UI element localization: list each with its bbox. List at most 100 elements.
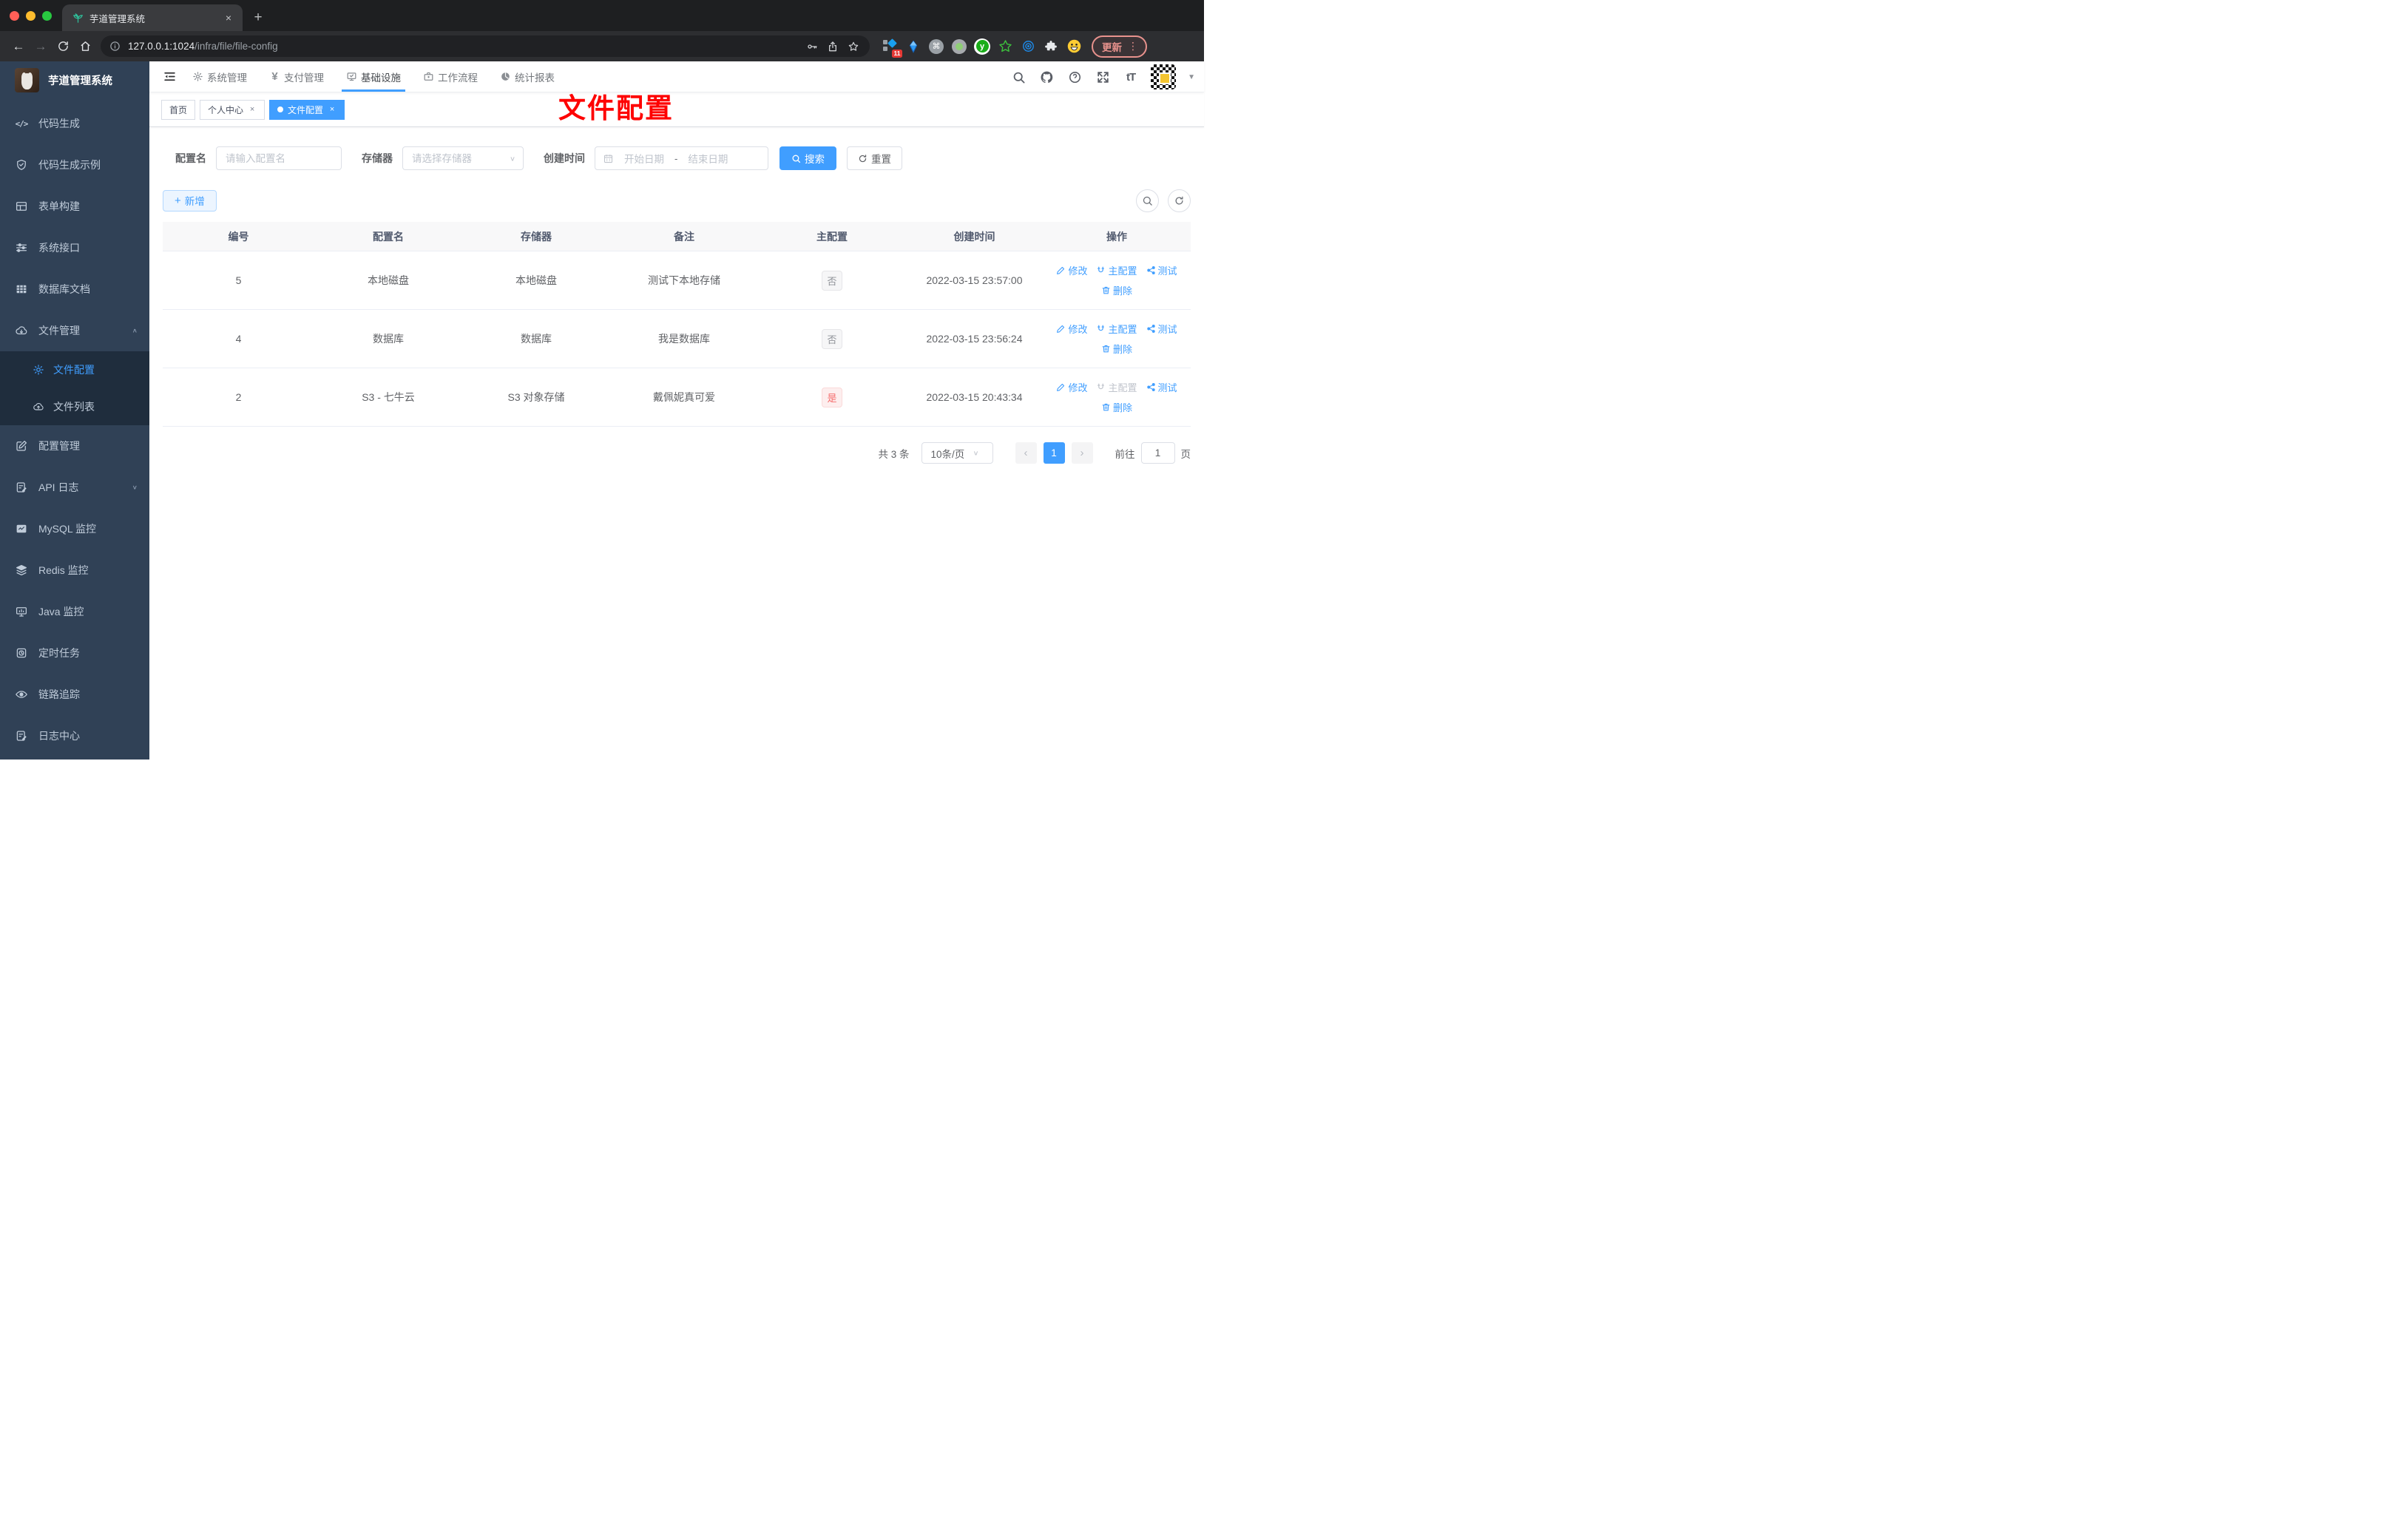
menu-item-reports[interactable]: 统计报表 [500,61,555,92]
sidebar-item-java-monitor[interactable]: Java 监控 [0,591,149,632]
sidebar-item-file-list[interactable]: 文件列表 [0,388,149,425]
search-icon[interactable] [1010,69,1027,85]
prev-page-button[interactable]: ‹ [1015,442,1037,464]
sidebar-item-system-api[interactable]: 系统接口 [0,227,149,268]
help-icon[interactable] [1066,69,1083,85]
close-window-button[interactable] [10,10,19,21]
github-icon[interactable] [1038,69,1055,85]
storage-select[interactable]: ∨ [402,146,524,170]
tag-home[interactable]: 首页 [161,99,196,120]
favicon-plant-icon [73,13,83,23]
master-link[interactable]: 主配置 [1096,322,1137,336]
show-search-button[interactable] [1136,189,1159,212]
sidebar-item-file-management[interactable]: 文件管理 ∧ [0,310,149,351]
password-key-icon[interactable] [802,36,822,57]
browser-toolbar: ← → 127.0.0.1:1024/infra/file/file-confi… [0,31,1204,61]
sidebar-item-db-doc[interactable]: 数据库文档 [0,268,149,310]
extension-kite-icon[interactable] [904,38,922,55]
test-link[interactable]: 测试 [1146,263,1177,277]
extension-command-icon[interactable]: ⌘ [927,38,945,55]
edit-link[interactable]: 修改 [1056,263,1087,277]
sidebar-item-redis-monitor[interactable]: Redis 监控 [0,549,149,591]
test-link[interactable]: 测试 [1146,322,1177,336]
extension-grid-icon[interactable]: 11 [882,38,902,58]
test-link[interactable]: 测试 [1146,380,1177,394]
new-tab-button[interactable]: + [247,7,269,29]
address-bar[interactable]: 127.0.0.1:1024/infra/file/file-config [101,35,870,57]
update-label: 更新 [1102,41,1122,53]
delete-link[interactable]: 删除 [1101,283,1132,297]
share-icon[interactable] [822,36,843,57]
user-dropdown-icon[interactable]: ▼ [1188,73,1195,81]
date-range-input[interactable]: 开始日期 - 结束日期 [595,146,768,170]
master-tag: 否 [822,328,842,349]
tag-file-config[interactable]: 文件配置 × [269,99,345,120]
bookmark-star-icon[interactable] [843,36,864,57]
pagination: 共 3 条 10条/页 ∨ ‹ 1 › 前往 页 [163,442,1191,464]
cloud-upload-icon [33,401,44,413]
edit-link[interactable]: 修改 [1056,322,1087,336]
forward-button[interactable]: → [30,35,52,58]
menu-item-infrastructure[interactable]: 基础设施 [342,61,405,92]
sidebar-item-scheduled-tasks[interactable]: 定时任务 [0,632,149,674]
browser-tab[interactable]: 芋道管理系统 × [62,4,243,31]
extension-y-icon[interactable]: y [973,38,991,55]
sidebar-item-api-log[interactable]: API 日志 ∨ [0,467,149,508]
browser-update-button[interactable]: 更新 ⋮ [1092,35,1147,58]
sidebar-item-mysql-monitor[interactable]: MySQL 监控 [0,508,149,549]
extension-eye-icon[interactable] [1019,38,1037,55]
config-name-input[interactable] [216,146,342,170]
search-button[interactable]: 搜索 [779,146,836,170]
sidebar-item-log-center[interactable]: 日志中心 [0,715,149,757]
close-icon[interactable]: × [328,105,336,114]
sidebar-logo[interactable]: 芋道管理系统 [0,61,149,98]
avatar[interactable] [1151,64,1177,89]
minimize-window-button[interactable] [26,10,35,21]
browser-menu-icon[interactable]: ⋮ [1128,40,1138,53]
site-info-icon[interactable] [109,41,121,52]
extension-emoji-icon[interactable] [1065,38,1083,55]
header-name: 配置名 [373,230,404,243]
header-remark: 备注 [674,230,694,243]
page-size-select[interactable]: 10条/页 ∨ [921,442,993,464]
refresh-table-button[interactable] [1168,189,1191,212]
extension-star-icon[interactable] [996,38,1014,55]
master-link[interactable]: 主配置 [1096,263,1137,277]
sidebar-item-config-management[interactable]: 配置管理 [0,425,149,467]
trash-icon [1102,403,1110,411]
menu-item-payment[interactable]: ¥ 支付管理 [269,61,324,92]
page-number-1[interactable]: 1 [1043,442,1065,464]
sidebar-item-tracing[interactable]: 链路追踪 [0,674,149,715]
fullscreen-icon[interactable] [1095,69,1111,85]
chart-icon [15,522,28,535]
end-date-placeholder[interactable]: 结束日期 [688,151,728,166]
home-button[interactable] [74,35,96,58]
master-tag: 否 [822,270,842,291]
tab-close-icon[interactable]: × [222,11,235,24]
goto-page-input[interactable] [1140,442,1175,464]
extension-dot-icon[interactable] [950,38,968,55]
tag-profile[interactable]: 个人中心 × [200,99,266,120]
delete-link[interactable]: 删除 [1101,400,1132,414]
add-button[interactable]: + 新增 [163,189,217,212]
edit-link[interactable]: 修改 [1056,380,1087,394]
sidebar-item-file-config[interactable]: 文件配置 [0,351,149,388]
delete-link[interactable]: 删除 [1101,342,1132,356]
table-row: 5 本地磁盘 本地磁盘 测试下本地存储 否 2022-03-15 23:57:0… [163,251,1191,310]
menu-item-system[interactable]: 系统管理 [192,61,247,92]
sidebar-item-form-builder[interactable]: 表单构建 [0,186,149,227]
extensions-puzzle-icon[interactable] [1042,38,1060,55]
reset-button[interactable]: 重置 [847,146,902,170]
back-button[interactable]: ← [7,35,30,58]
zoom-window-button[interactable] [42,10,52,21]
font-size-icon[interactable]: tT [1123,69,1139,85]
page-suffix: 页 [1180,448,1191,460]
sidebar-item-code-example[interactable]: 代码生成示例 [0,144,149,186]
sidebar-item-code-generation[interactable]: </> 代码生成 [0,103,149,144]
close-icon[interactable]: × [248,105,257,114]
sidebar-collapse-icon[interactable] [157,64,182,89]
next-page-button[interactable]: › [1071,442,1093,464]
menu-item-workflow[interactable]: 工作流程 [423,61,478,92]
reload-button[interactable] [52,35,74,58]
start-date-placeholder[interactable]: 开始日期 [624,151,664,166]
